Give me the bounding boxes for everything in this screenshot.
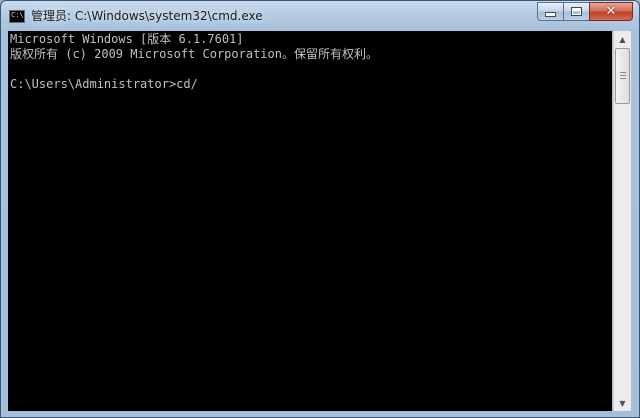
minimize-button[interactable] bbox=[537, 2, 563, 21]
maximize-icon bbox=[571, 7, 582, 16]
close-icon: ✕ bbox=[605, 4, 617, 19]
minimize-icon bbox=[545, 12, 556, 17]
scroll-down-button[interactable]: ▼ bbox=[615, 395, 630, 411]
vertical-scrollbar[interactable]: ▲ ▼ bbox=[613, 31, 631, 411]
grip-line bbox=[620, 78, 626, 79]
maximize-button[interactable] bbox=[563, 2, 589, 21]
scroll-down-icon: ▼ bbox=[619, 398, 626, 408]
command-prompt-line[interactable]: C:\Users\Administrator>cd/ bbox=[10, 77, 198, 92]
grip-line bbox=[620, 75, 626, 76]
cmd-window: C:\ 管理员: C:\Windows\system32\cmd.exe ✕ M… bbox=[0, 0, 640, 418]
scroll-up-button[interactable]: ▲ bbox=[615, 31, 630, 47]
console-line: 版权所有 (c) 2009 Microsoft Corporation。保留所有… bbox=[10, 47, 378, 61]
caption-buttons: ✕ bbox=[537, 2, 633, 21]
close-button[interactable]: ✕ bbox=[589, 2, 633, 21]
console-output[interactable]: Microsoft Windows [版本 6.1.7601] 版权所有 (c)… bbox=[8, 31, 612, 411]
scroll-thumb[interactable] bbox=[615, 48, 630, 104]
cmd-icon[interactable]: C:\ bbox=[9, 10, 25, 23]
console-line: Microsoft Windows [版本 6.1.7601] bbox=[10, 32, 244, 46]
cmd-icon-text: C:\ bbox=[11, 11, 24, 19]
window-title: 管理员: C:\Windows\system32\cmd.exe bbox=[31, 9, 263, 23]
title-bar[interactable]: C:\ 管理员: C:\Windows\system32\cmd.exe ✕ bbox=[1, 1, 639, 31]
grip-line bbox=[620, 72, 626, 73]
scroll-up-icon: ▲ bbox=[619, 34, 626, 44]
